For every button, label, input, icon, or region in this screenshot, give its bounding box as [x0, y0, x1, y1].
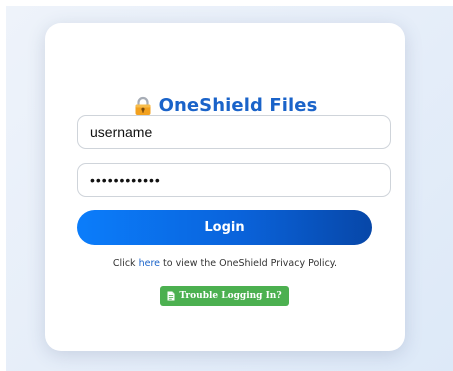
- brand-header: OneShield Files: [45, 95, 405, 116]
- app-title: OneShield Files: [158, 95, 318, 116]
- login-button[interactable]: Login: [77, 210, 372, 245]
- privacy-policy-text: Click here to view the OneShield Privacy…: [45, 258, 405, 269]
- username-field[interactable]: [77, 115, 391, 149]
- lock-icon: [135, 96, 151, 115]
- privacy-policy-link[interactable]: here: [139, 258, 160, 269]
- trouble-logging-in-label: Trouble Logging In?: [179, 291, 282, 301]
- password-field[interactable]: [77, 163, 391, 197]
- trouble-logging-in-button[interactable]: Trouble Logging In?: [160, 286, 289, 306]
- privacy-policy-suffix: to view the OneShield Privacy Policy.: [160, 258, 338, 269]
- document-icon: [167, 291, 175, 301]
- login-card: OneShield Files Login Click here to view…: [45, 23, 405, 351]
- privacy-policy-prefix: Click: [112, 258, 139, 269]
